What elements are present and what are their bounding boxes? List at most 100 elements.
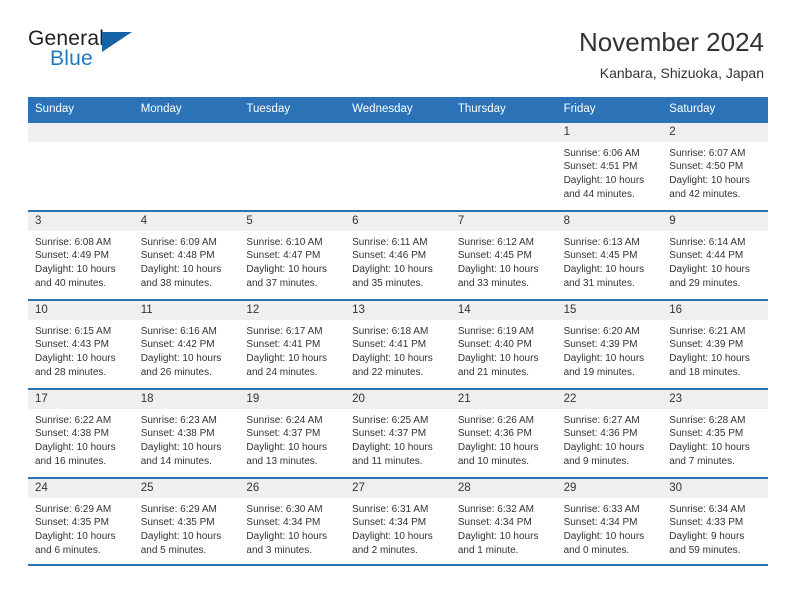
calendar-day-cell[interactable]: 4 Sunrise: 6:09 AM Sunset: 4:48 PM Daylight… xyxy=(133,209,240,299)
calendar-day-cell[interactable]: 30 Sunrise: 6:34 AM Sunset: 4:33 PM Dayligh… xyxy=(662,476,768,566)
day-details: Sunrise: 6:12 AM Sunset: 4:45 PM Daylight:… xyxy=(451,231,557,290)
logo-text-blue: Blue xyxy=(50,47,93,70)
day-number: 13 xyxy=(345,300,451,320)
day-details: Sunrise: 6:29 AM Sunset: 4:35 PM Daylight:… xyxy=(28,498,134,557)
calendar-day-cell[interactable]: 20 Sunrise: 6:25 AM Sunset: 4:37 PM Dayligh… xyxy=(345,387,451,477)
daylight-duration-line1: Daylight: 10 hours xyxy=(246,442,328,454)
calendar-day-cell[interactable]: 9 Sunrise: 6:14 AM Sunset: 4:44 PM Daylight… xyxy=(662,209,768,299)
page-subtitle: Kanbara, Shizuoka, Japan xyxy=(599,64,764,81)
daylight-duration-line2: and 1 minute. xyxy=(457,544,519,556)
calendar-day-cell[interactable]: 7 Sunrise: 6:12 AM Sunset: 4:45 PM Daylight… xyxy=(450,209,557,299)
day-number: 22 xyxy=(556,389,663,409)
calendar-day-cell[interactable]: 6 Sunrise: 6:11 AM Sunset: 4:46 PM Daylight… xyxy=(345,209,451,299)
calendar-day-cell[interactable]: 3 Sunrise: 6:08 AM Sunset: 4:49 PM Daylight… xyxy=(28,209,134,299)
sunrise-time: Sunrise: 6:12 AM xyxy=(457,236,534,248)
day-number xyxy=(28,122,134,142)
calendar-day-cell[interactable]: 26 Sunrise: 6:30 AM Sunset: 4:34 PM Dayligh… xyxy=(239,476,346,566)
day-number: 5 xyxy=(239,211,346,231)
calendar-day-cell[interactable]: 13 Sunrise: 6:18 AM Sunset: 4:41 PM Dayligh… xyxy=(345,298,451,388)
calendar-day-cell[interactable]: 23 Sunrise: 6:28 AM Sunset: 4:35 PM Dayligh… xyxy=(662,387,768,477)
daylight-duration-line1: Daylight: 10 hours xyxy=(35,442,116,454)
sunset-time: Sunset: 4:34 PM xyxy=(352,517,427,529)
sunset-time: Sunset: 4:47 PM xyxy=(246,250,321,262)
day-details: Sunrise: 6:14 AM Sunset: 4:44 PM Daylight:… xyxy=(662,231,768,290)
calendar-day-cell-empty xyxy=(450,120,557,210)
daylight-duration-line2: and 44 minutes. xyxy=(563,188,635,200)
sunrise-time: Sunrise: 6:25 AM xyxy=(352,414,429,426)
daylight-duration-line2: and 38 minutes. xyxy=(140,277,212,289)
calendar-day-cell[interactable]: 1 Sunrise: 6:06 AM Sunset: 4:51 PM Daylight… xyxy=(556,120,663,210)
calendar-day-cell[interactable]: 29 Sunrise: 6:33 AM Sunset: 4:34 PM Dayligh… xyxy=(556,476,663,566)
sunset-time: Sunset: 4:50 PM xyxy=(669,161,744,173)
calendar-day-cell[interactable]: 24 Sunrise: 6:29 AM Sunset: 4:35 PM Dayligh… xyxy=(28,476,134,566)
calendar-day-cell[interactable]: 17 Sunrise: 6:22 AM Sunset: 4:38 PM Dayligh… xyxy=(28,387,134,477)
sunset-time: Sunset: 4:42 PM xyxy=(140,339,215,351)
calendar-day-cell[interactable]: 22 Sunrise: 6:27 AM Sunset: 4:36 PM Dayligh… xyxy=(556,387,663,477)
sunrise-time: Sunrise: 6:20 AM xyxy=(563,325,640,337)
calendar-day-cell[interactable]: 21 Sunrise: 6:26 AM Sunset: 4:36 PM Dayligh… xyxy=(450,387,557,477)
day-details: Sunrise: 6:30 AM Sunset: 4:34 PM Daylight:… xyxy=(239,498,345,557)
day-number: 2 xyxy=(662,122,768,142)
day-number: 24 xyxy=(28,478,134,498)
calendar-day-cell[interactable]: 14 Sunrise: 6:19 AM Sunset: 4:40 PM Dayligh… xyxy=(450,298,557,388)
day-details: Sunrise: 6:19 AM Sunset: 4:40 PM Daylight:… xyxy=(451,320,557,379)
day-number: 26 xyxy=(239,478,346,498)
daylight-duration-line2: and 26 minutes. xyxy=(140,366,212,378)
day-number: 3 xyxy=(28,211,134,231)
daylight-duration-line1: Daylight: 10 hours xyxy=(140,264,222,276)
weekday-header-monday: Monday xyxy=(140,102,182,115)
sunset-time: Sunset: 4:34 PM xyxy=(246,517,321,529)
sunrise-time: Sunrise: 6:09 AM xyxy=(140,236,217,248)
sunset-time: Sunset: 4:36 PM xyxy=(563,428,638,440)
calendar-day-cell[interactable]: 12 Sunrise: 6:17 AM Sunset: 4:41 PM Dayligh… xyxy=(239,298,346,388)
calendar-day-cell[interactable]: 25 Sunrise: 6:29 AM Sunset: 4:35 PM Dayligh… xyxy=(133,476,240,566)
sunrise-time: Sunrise: 6:19 AM xyxy=(457,325,534,337)
daylight-duration-line1: Daylight: 10 hours xyxy=(35,264,116,276)
sunrise-time: Sunrise: 6:13 AM xyxy=(563,236,640,248)
sunset-time: Sunset: 4:41 PM xyxy=(246,339,321,351)
calendar-day-cell[interactable]: 19 Sunrise: 6:24 AM Sunset: 4:37 PM Dayligh… xyxy=(239,387,346,477)
calendar-day-cell[interactable]: 18 Sunrise: 6:23 AM Sunset: 4:38 PM Dayligh… xyxy=(133,387,240,477)
day-number: 19 xyxy=(239,389,346,409)
sunset-time: Sunset: 4:45 PM xyxy=(457,250,532,262)
daylight-duration-line1: Daylight: 10 hours xyxy=(35,531,116,543)
general-blue-logo[interactable]: General Blue xyxy=(28,26,138,74)
calendar-day-cell[interactable]: 8 Sunrise: 6:13 AM Sunset: 4:45 PM Daylight… xyxy=(556,209,663,299)
day-number: 7 xyxy=(450,211,557,231)
day-number xyxy=(345,122,451,142)
daylight-duration-line1: Daylight: 10 hours xyxy=(352,353,433,365)
daylight-duration-line2: and 18 minutes. xyxy=(669,366,741,378)
calendar-day-cell[interactable]: 16 Sunrise: 6:21 AM Sunset: 4:39 PM Dayligh… xyxy=(662,298,768,388)
calendar-day-cell[interactable]: 11 Sunrise: 6:16 AM Sunset: 4:42 PM Dayligh… xyxy=(133,298,240,388)
calendar-day-cell[interactable]: 27 Sunrise: 6:31 AM Sunset: 4:34 PM Dayligh… xyxy=(345,476,451,566)
calendar-day-cell-empty xyxy=(239,120,346,210)
calendar-day-cell[interactable]: 5 Sunrise: 6:10 AM Sunset: 4:47 PM Daylight… xyxy=(239,209,346,299)
daylight-duration-line1: Daylight: 10 hours xyxy=(35,353,116,365)
sunset-time: Sunset: 4:40 PM xyxy=(457,339,532,351)
calendar-day-cell[interactable]: 28 Sunrise: 6:32 AM Sunset: 4:34 PM Dayligh… xyxy=(450,476,557,566)
day-number: 12 xyxy=(239,300,346,320)
daylight-duration-line2: and 16 minutes. xyxy=(35,455,107,467)
daylight-duration-line2: and 13 minutes. xyxy=(246,455,318,467)
day-details: Sunrise: 6:28 AM Sunset: 4:35 PM Daylight:… xyxy=(662,409,768,468)
sunrise-time: Sunrise: 6:22 AM xyxy=(35,414,112,426)
calendar-day-cell[interactable]: 15 Sunrise: 6:20 AM Sunset: 4:39 PM Dayligh… xyxy=(556,298,663,388)
sunset-time: Sunset: 4:39 PM xyxy=(563,339,638,351)
day-number: 15 xyxy=(556,300,663,320)
day-details: Sunrise: 6:32 AM Sunset: 4:34 PM Daylight:… xyxy=(451,498,557,557)
daylight-duration-line2: and 3 minutes. xyxy=(246,544,313,556)
sunset-time: Sunset: 4:35 PM xyxy=(140,517,215,529)
sunrise-time: Sunrise: 6:07 AM xyxy=(669,147,746,159)
daylight-duration-line1: Daylight: 10 hours xyxy=(669,353,750,365)
day-number xyxy=(450,122,557,142)
sunset-time: Sunset: 4:43 PM xyxy=(35,339,109,351)
calendar-day-cell[interactable]: 2 Sunrise: 6:07 AM Sunset: 4:50 PM Daylight… xyxy=(662,120,768,210)
day-details: Sunrise: 6:22 AM Sunset: 4:38 PM Daylight:… xyxy=(28,409,134,468)
sunrise-time: Sunrise: 6:34 AM xyxy=(669,503,746,515)
sunrise-time: Sunrise: 6:23 AM xyxy=(140,414,217,426)
calendar-day-cell[interactable]: 10 Sunrise: 6:15 AM Sunset: 4:43 PM Dayligh… xyxy=(28,298,134,388)
day-number: 8 xyxy=(556,211,663,231)
sunrise-time: Sunrise: 6:24 AM xyxy=(246,414,323,426)
day-details: Sunrise: 6:18 AM Sunset: 4:41 PM Daylight:… xyxy=(345,320,451,379)
calendar-grid: Sunday Monday Tuesday Wednesday Thursday… xyxy=(28,96,768,566)
